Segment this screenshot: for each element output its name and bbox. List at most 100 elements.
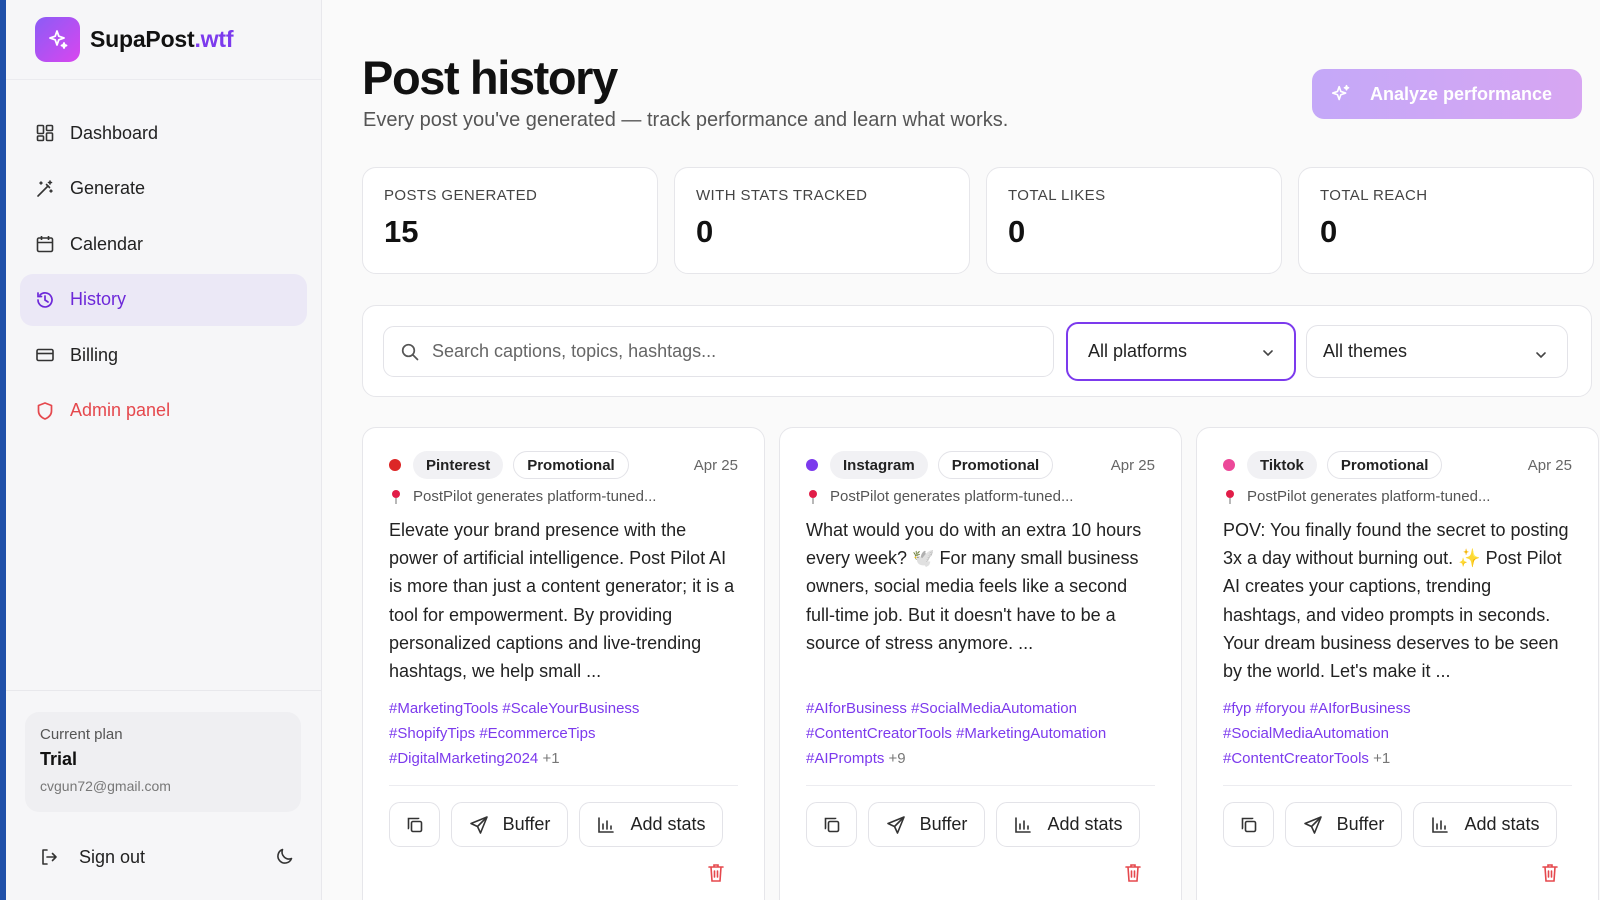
sidebar-item-label: History xyxy=(70,289,127,310)
hashtag[interactable]: #SocialMediaAutomation xyxy=(911,700,1077,717)
post-hashtags: #AIforBusiness #SocialMediaAutomation #C… xyxy=(806,696,1155,771)
add-stats-button[interactable]: Add stats xyxy=(1413,802,1557,847)
search-input[interactable] xyxy=(432,341,1032,362)
send-icon xyxy=(469,815,489,835)
add-stats-button[interactable]: Add stats xyxy=(996,802,1140,847)
post-date: Apr 25 xyxy=(693,456,738,474)
hashtag-more-count: +9 xyxy=(888,750,906,767)
sidebar: SupaPost.wtf Dashboard Generate Calendar xyxy=(6,0,322,900)
wand-icon xyxy=(35,179,55,199)
bar-chart-icon xyxy=(1430,815,1450,835)
post-card: Tiktok Promotional Apr 25 PostPilot gene… xyxy=(1196,427,1599,900)
platform-dot xyxy=(389,459,401,471)
post-card-header: Instagram Promotional Apr 25 xyxy=(806,450,1155,480)
trash-icon[interactable] xyxy=(1540,862,1560,884)
add-stats-label: Add stats xyxy=(1047,814,1123,834)
trash-icon[interactable] xyxy=(706,862,726,884)
post-actions: Buffer Add stats xyxy=(806,802,1155,847)
post-hashtags: #MarketingTools #ScaleYourBusiness #Shop… xyxy=(389,696,738,771)
hashtag[interactable]: #MarketingAutomation xyxy=(956,725,1106,742)
platform-select[interactable]: All platforms xyxy=(1066,322,1296,381)
card-divider xyxy=(389,785,738,786)
app-window: SupaPost.wtf Dashboard Generate Calendar xyxy=(6,0,1600,900)
hashtag[interactable]: #AIforBusiness xyxy=(806,700,907,717)
add-stats-label: Add stats xyxy=(630,814,706,834)
sparkle-logo-icon xyxy=(35,17,80,62)
post-card: Pinterest Promotional Apr 25 PostPilot g… xyxy=(362,427,765,900)
hashtag[interactable]: #ShopifyTips xyxy=(389,725,475,742)
copy-icon xyxy=(405,815,425,835)
hashtag[interactable]: #EcommerceTips xyxy=(479,725,595,742)
hashtag[interactable]: #ContentCreatorTools xyxy=(806,725,952,742)
brand[interactable]: SupaPost.wtf xyxy=(6,0,321,80)
sign-out-button[interactable]: Sign out xyxy=(39,842,295,872)
history-icon xyxy=(35,290,55,310)
stat-value: 15 xyxy=(384,214,419,249)
hashtag[interactable]: #foryou xyxy=(1256,700,1306,717)
add-stats-button[interactable]: Add stats xyxy=(579,802,723,847)
platform-dot xyxy=(806,459,818,471)
sidebar-nav: Dashboard Generate Calendar History Bill… xyxy=(6,80,321,437)
trash-icon[interactable] xyxy=(1123,862,1143,884)
stat-label: TOTAL REACH xyxy=(1320,187,1428,204)
post-card-header: Tiktok Promotional Apr 25 xyxy=(1223,450,1572,480)
buffer-label: Buffer xyxy=(919,814,968,834)
buffer-label: Buffer xyxy=(1336,814,1385,834)
hashtag[interactable]: #SocialMediaAutomation xyxy=(1223,725,1389,742)
dashboard-icon xyxy=(35,123,55,143)
sidebar-item-label: Generate xyxy=(70,178,146,199)
hashtag[interactable]: #ContentCreatorTools xyxy=(1223,750,1369,767)
user-email: cvgun72@gmail.com xyxy=(40,778,171,794)
moon-icon[interactable] xyxy=(275,846,295,866)
brand-name: SupaPost.wtf xyxy=(90,26,234,52)
platform-chip: Instagram xyxy=(830,451,928,479)
sidebar-item-history[interactable]: History xyxy=(20,273,307,326)
copy-icon xyxy=(1239,815,1259,835)
buffer-button[interactable]: Buffer xyxy=(1285,802,1402,847)
analyze-performance-button[interactable]: Analyze performance xyxy=(1312,69,1582,119)
stat-label: WITH STATS TRACKED xyxy=(696,187,868,204)
buffer-button[interactable]: Buffer xyxy=(451,802,568,847)
search-icon xyxy=(400,342,420,362)
hashtag[interactable]: #AIforBusiness xyxy=(1310,700,1411,717)
hashtag[interactable]: #DigitalMarketing2024 xyxy=(389,750,538,767)
hashtag[interactable]: #MarketingTools xyxy=(389,700,498,717)
post-caption: What would you do with an extra 10 hours… xyxy=(806,520,1142,653)
copy-button[interactable] xyxy=(806,802,857,847)
stat-label: POSTS GENERATED xyxy=(384,187,538,204)
card-divider xyxy=(1223,785,1572,786)
copy-button[interactable] xyxy=(1223,802,1274,847)
pin-icon xyxy=(389,489,403,505)
search-box[interactable] xyxy=(383,326,1054,377)
sidebar-item-admin-panel[interactable]: Admin panel xyxy=(20,385,307,437)
plan-label: Current plan xyxy=(40,726,123,743)
sidebar-item-billing[interactable]: Billing xyxy=(20,329,307,381)
stat-label: TOTAL LIKES xyxy=(1008,187,1106,204)
post-hashtags: #fyp #foryou #AIforBusiness #SocialMedia… xyxy=(1223,696,1572,771)
copy-button[interactable] xyxy=(389,802,440,847)
card-divider xyxy=(806,785,1155,786)
stat-card-total-likes: TOTAL LIKES 0 xyxy=(986,167,1282,274)
post-topic: PostPilot generates platform-tuned... xyxy=(806,488,1155,505)
hashtag-more-count: +1 xyxy=(1373,750,1391,767)
post-cards-grid: Pinterest Promotional Apr 25 PostPilot g… xyxy=(362,427,1599,900)
sidebar-item-dashboard[interactable]: Dashboard xyxy=(20,107,307,159)
hashtag[interactable]: #AIPrompts xyxy=(806,750,884,767)
sidebar-item-generate[interactable]: Generate xyxy=(20,163,307,215)
platform-chip: Tiktok xyxy=(1247,451,1317,479)
post-topic-text: PostPilot generates platform-tuned... xyxy=(830,488,1074,505)
buffer-button[interactable]: Buffer xyxy=(868,802,985,847)
main-content: Post history Every post you've generated… xyxy=(322,0,1600,900)
analyze-performance-label: Analyze performance xyxy=(1370,83,1553,104)
sidebar-item-calendar[interactable]: Calendar xyxy=(20,218,307,270)
send-icon xyxy=(1303,815,1323,835)
sign-out-icon xyxy=(39,847,59,867)
hashtag[interactable]: #fyp xyxy=(1223,700,1251,717)
post-topic: PostPilot generates platform-tuned... xyxy=(1223,488,1572,505)
page-title: Post history xyxy=(362,51,618,104)
post-caption: Elevate your brand presence with the pow… xyxy=(389,520,735,682)
hashtag[interactable]: #ScaleYourBusiness xyxy=(502,700,639,717)
stat-value: 0 xyxy=(1320,214,1338,249)
theme-select[interactable]: All themes xyxy=(1306,325,1568,378)
theme-chip: Promotional xyxy=(513,451,629,479)
